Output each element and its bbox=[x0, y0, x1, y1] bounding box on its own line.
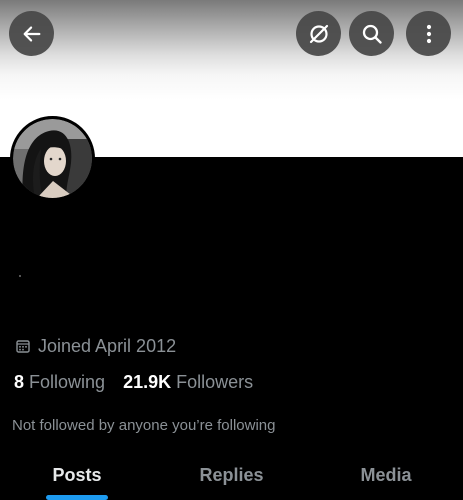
grok-icon bbox=[309, 24, 328, 43]
joined-text: Joined April 2012 bbox=[38, 335, 177, 356]
avatar-image bbox=[13, 119, 92, 198]
search-icon bbox=[362, 24, 382, 44]
calendar-icon bbox=[16, 339, 30, 353]
more-options-button[interactable] bbox=[406, 11, 451, 56]
follow-stats: 8 Following 21.9K Followers bbox=[14, 370, 253, 394]
followers-label: Followers bbox=[176, 371, 254, 392]
tab-posts[interactable]: Posts bbox=[0, 456, 154, 500]
avatar[interactable] bbox=[10, 116, 95, 201]
back-button[interactable] bbox=[9, 11, 54, 56]
following-link[interactable]: 8 Following bbox=[14, 372, 105, 393]
grok-button[interactable] bbox=[296, 11, 341, 56]
more-vertical-icon bbox=[426, 24, 431, 43]
active-tab-indicator bbox=[46, 495, 108, 500]
following-count: 8 bbox=[14, 371, 25, 392]
followers-link[interactable]: 21.9K Followers bbox=[123, 372, 253, 393]
profile-tabs: Posts Replies Media bbox=[0, 456, 463, 500]
tab-replies[interactable]: Replies bbox=[154, 456, 309, 500]
search-button[interactable] bbox=[349, 11, 394, 56]
profile-page: Joined April 2012 8 Following 21.9K Foll… bbox=[0, 0, 463, 500]
arrow-left-icon bbox=[23, 25, 40, 42]
following-label: Following bbox=[29, 371, 106, 392]
tab-media[interactable]: Media bbox=[309, 456, 463, 500]
not-followed-text: Not followed by anyone you’re following bbox=[12, 417, 276, 434]
followers-count: 21.9K bbox=[123, 371, 172, 392]
decorative-dot bbox=[19, 275, 21, 277]
joined-date: Joined April 2012 bbox=[16, 334, 176, 358]
